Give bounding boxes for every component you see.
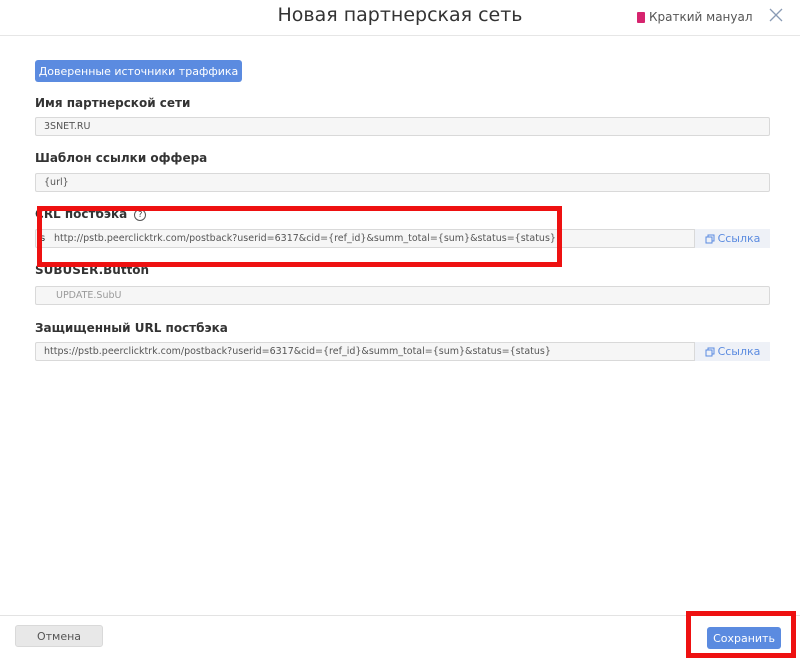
cancel-button[interactable]: Отмена	[15, 625, 103, 647]
copy-icon	[705, 347, 715, 356]
modal-footer	[0, 615, 800, 664]
close-icon[interactable]	[767, 6, 785, 24]
postback-highlight	[37, 206, 562, 267]
save-highlight	[686, 611, 796, 658]
offer-template-label: Шаблон ссылки оффера	[35, 151, 208, 165]
modal-header: Новая партнерская сеть Краткий мануал	[0, 0, 800, 36]
network-name-value: 3SNET.RU	[44, 121, 91, 132]
network-name-label: Имя партнерской сети	[35, 96, 191, 110]
network-name-input[interactable]: 3SNET.RU	[35, 117, 770, 136]
secure-postback-link-button[interactable]: Ссылка	[694, 342, 770, 361]
manual-link[interactable]: Краткий мануал	[637, 10, 753, 24]
postback-link-button[interactable]: Ссылка	[694, 229, 770, 248]
offer-template-input[interactable]: {url}	[35, 173, 770, 192]
secure-postback-url-value: https://pstb.peerclicktrk.com/postback?u…	[44, 346, 551, 357]
secure-postback-url-input[interactable]: https://pstb.peerclicktrk.com/postback?u…	[35, 342, 770, 361]
manual-link-label: Краткий мануал	[649, 10, 753, 24]
trusted-sources-button[interactable]: Доверенные источники траффика	[35, 60, 242, 82]
secure-postback-link-label: Ссылка	[717, 345, 761, 358]
offer-template-value: {url}	[44, 177, 69, 188]
copy-icon	[705, 234, 715, 243]
postback-link-label: Ссылка	[717, 232, 761, 245]
subuser-input[interactable]: UPDATE.SubU	[35, 286, 770, 305]
subuser-value: UPDATE.SubU	[56, 290, 122, 301]
book-icon	[637, 11, 645, 23]
secure-postback-url-label: Защищенный URL постбэка	[35, 321, 228, 335]
